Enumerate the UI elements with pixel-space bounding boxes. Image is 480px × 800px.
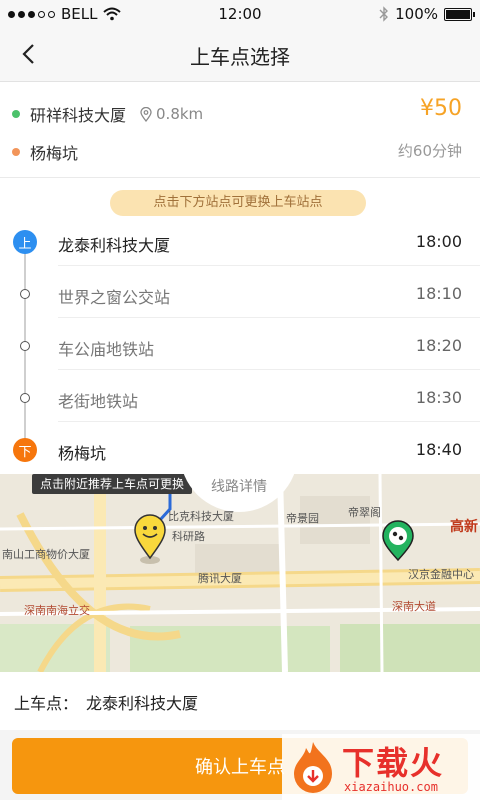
map-label-park: 帝景园 xyxy=(286,512,319,525)
stop-ring-icon xyxy=(20,289,30,299)
stops-panel: 点击下方站点可更换上车站点 上 龙泰利科技大厦 18:00 世界之窗公交站 18… xyxy=(0,178,480,474)
map-label-road: 科研路 xyxy=(172,530,205,543)
stop-name: 世界之窗公交站 xyxy=(58,288,171,307)
status-right: 100% xyxy=(379,5,475,23)
board-marker-icon: 上 xyxy=(13,230,37,254)
selected-pickup-bar: 上车点： 龙泰利科技大厦 xyxy=(0,672,480,730)
origin-name: 研祥科技大厦 xyxy=(30,106,127,125)
destination-dot-icon xyxy=(12,148,20,156)
map-label-avenue: 深南大道 xyxy=(392,600,436,613)
distance-value: 0.8km xyxy=(156,105,204,123)
battery-percent: 100% xyxy=(395,5,438,23)
divider xyxy=(58,421,480,422)
destination-row: 杨梅坑 xyxy=(12,140,78,164)
stop-name: 杨梅坑 xyxy=(58,444,107,463)
route-details-label: 线路详情 xyxy=(211,479,267,495)
distance-info: 0.8km xyxy=(140,105,203,123)
stop-ring-icon xyxy=(20,393,30,403)
stop-time: 18:00 xyxy=(415,232,462,251)
stop-item-2[interactable]: 世界之窗公交站 18:10 xyxy=(0,272,480,318)
alight-marker-icon: 下 xyxy=(13,438,37,462)
stop-time: 18:40 xyxy=(415,440,462,459)
page-title: 上车点选择 xyxy=(190,45,290,69)
stop-item-3[interactable]: 车公庙地铁站 18:20 xyxy=(0,324,480,370)
map-label-bldg: 比克科技大厦 xyxy=(168,510,234,523)
watermark: 下载火 xiazaihuo.com xyxy=(282,734,480,800)
stop-name: 老街地铁站 xyxy=(58,392,139,411)
map-label-junction: 深南南海立交 xyxy=(24,604,90,617)
map-label-bldg: 腾讯大厦 xyxy=(198,572,242,585)
stop-time: 18:20 xyxy=(415,336,462,355)
trip-duration: 约60分钟 xyxy=(397,142,462,160)
bluetooth-icon xyxy=(379,6,389,22)
recommended-pickup-pin-icon[interactable] xyxy=(380,520,416,562)
map-label-bldg: 汉京金融中心 xyxy=(408,568,474,581)
destination-name: 杨梅坑 xyxy=(30,144,79,163)
pickup-label: 上车点： xyxy=(14,694,79,713)
map-label-district: 高新 xyxy=(450,519,478,535)
divider xyxy=(58,265,480,266)
pickup-value: 龙泰利科技大厦 xyxy=(86,694,199,713)
nearby-pickup-tip: 点击附近推荐上车点可更换 xyxy=(32,474,193,494)
stop-item-4[interactable]: 老街地铁站 18:30 xyxy=(0,376,480,422)
change-stop-hint: 点击下方站点可更换上车站点 xyxy=(110,190,366,216)
origin-row: 研祥科技大厦 0.8km xyxy=(12,102,203,126)
flame-logo-icon xyxy=(294,742,332,793)
stop-name: 龙泰利科技大厦 xyxy=(58,236,171,255)
battery-icon xyxy=(444,7,475,21)
divider xyxy=(58,369,480,370)
stop-item-5[interactable]: 下 杨梅坑 18:40 xyxy=(0,428,480,474)
status-bar: BELL 12:00 100% xyxy=(0,0,480,28)
stop-time: 18:30 xyxy=(415,388,462,407)
stop-name: 车公庙地铁站 xyxy=(58,340,155,359)
stop-ring-icon xyxy=(20,341,30,351)
route-map[interactable]: 点击附近推荐上车点可更换 线路详情 比克科技大厦 科研路 帝景园 帝翠阁 高新 … xyxy=(0,474,480,672)
map-label-bldg: 帝翠阁 xyxy=(348,506,381,519)
location-pin-icon xyxy=(140,106,152,122)
nav-bar: 上车点选择 xyxy=(0,28,480,82)
stop-time: 18:10 xyxy=(415,284,462,303)
smiley-location-pin-icon[interactable] xyxy=(132,514,168,566)
trip-summary: 研祥科技大厦 0.8km 杨梅坑 ¥50 约60分钟 xyxy=(0,82,480,178)
divider xyxy=(58,317,480,318)
origin-dot-icon xyxy=(12,110,20,118)
watermark-url: xiazaihuo.com xyxy=(344,780,438,794)
watermark-title: 下载火 xyxy=(342,744,445,782)
stop-item-1[interactable]: 上 龙泰利科技大厦 18:00 xyxy=(0,220,480,266)
map-label-bldg: 南山工商物价大厦 xyxy=(2,548,90,561)
trip-price: ¥50 xyxy=(420,96,462,121)
